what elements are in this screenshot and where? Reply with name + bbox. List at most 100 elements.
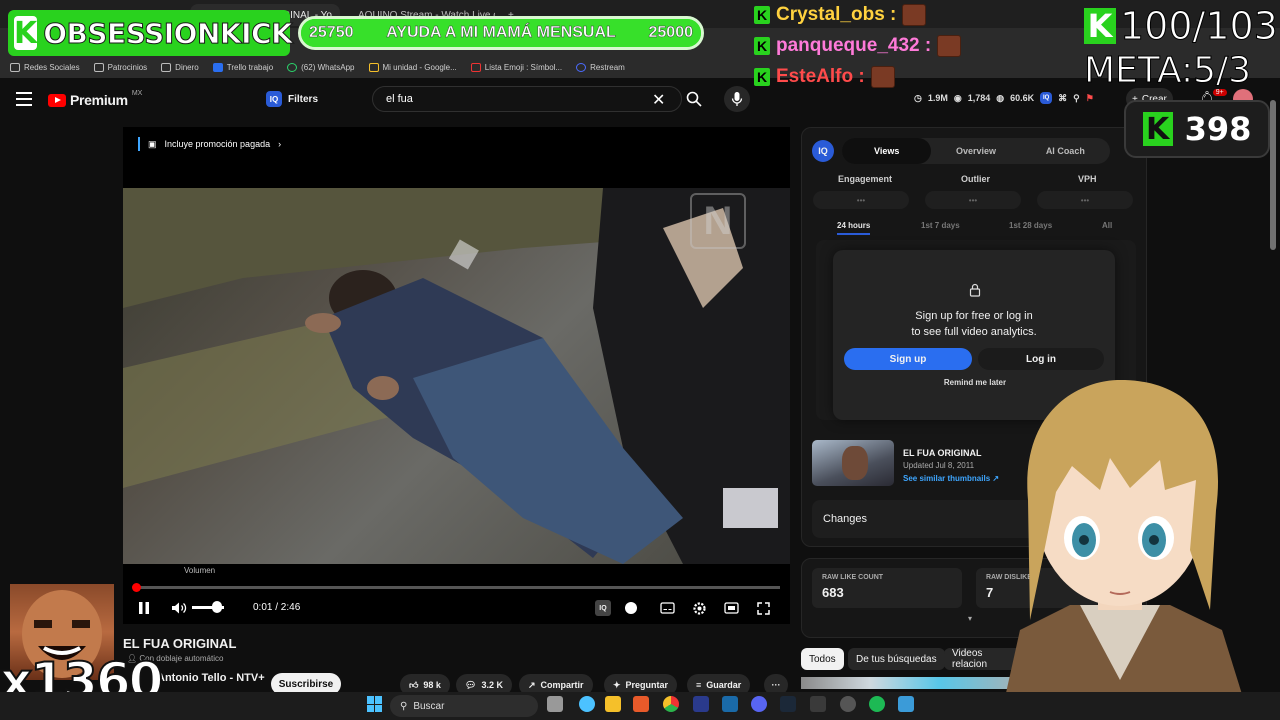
range-all[interactable]: All	[1102, 221, 1112, 230]
kick-badge-icon: K	[754, 37, 770, 55]
clear-search-icon[interactable]: ✕	[652, 90, 665, 110]
task-view-icon[interactable]	[547, 696, 563, 712]
pin-icon[interactable]: ⚲	[1073, 93, 1080, 104]
subtitles-icon	[659, 602, 675, 614]
folder-icon	[93, 62, 104, 72]
comment-icon: 💬︎	[465, 679, 477, 690]
volume-tooltip: Volumen	[184, 566, 216, 575]
voice-search-button[interactable]	[724, 86, 750, 112]
page-scrollbar[interactable]	[1270, 100, 1276, 250]
bookmark-emoji[interactable]: Lista Emoji : Símbol...	[470, 62, 563, 72]
theater-mode-button[interactable]	[723, 600, 739, 616]
video-thumbnail[interactable]	[812, 440, 894, 486]
bookmark-drive[interactable]: Mi unidad - Google...	[368, 62, 457, 72]
bookmark-label: Lista Emoji : Símbol...	[484, 62, 563, 72]
menu-icon[interactable]	[16, 92, 32, 106]
chip-todos[interactable]: Todos	[801, 648, 844, 670]
kick-logo-icon: K	[14, 15, 38, 51]
chrome-icon[interactable]	[663, 696, 679, 712]
app-icon[interactable]	[898, 696, 914, 712]
taskbar-search[interactable]: ⚲ Buscar	[390, 695, 538, 717]
channel-name-overlay: OBSESSIONKICK	[43, 16, 294, 50]
xbox-icon[interactable]	[810, 696, 826, 712]
share-icon: ↗	[528, 679, 536, 690]
volume-icon	[172, 602, 187, 614]
bookmark-patrocinios[interactable]: Patrocinios	[93, 62, 147, 72]
steam-icon[interactable]	[780, 696, 796, 712]
ask-label: Preguntar	[625, 680, 669, 690]
kick-count: 398	[1184, 110, 1252, 148]
youtube-play-icon	[48, 93, 66, 107]
bookmark-redes-sociales[interactable]: Redes Sociales	[10, 62, 80, 72]
alert-icon[interactable]: ⚑	[1086, 93, 1094, 104]
chat-message: K EsteAlfo :	[754, 65, 895, 89]
trello-icon	[212, 62, 223, 72]
bookmark-trello[interactable]: Trello trabajo	[212, 62, 273, 72]
bookmark-dinero[interactable]: Dinero	[161, 62, 199, 72]
windows-start-icon[interactable]	[367, 696, 383, 712]
donation-goal-bar: 25750 AYUDA A MI MAMÁ MENSUAL 25000	[298, 16, 704, 50]
chat-username: EsteAlfo :	[776, 66, 865, 87]
promo-label: Incluye promoción pagada	[164, 139, 271, 149]
mute-button[interactable]	[170, 600, 188, 616]
kick-badge-icon: K	[754, 68, 770, 86]
search-input[interactable]: el fua	[372, 86, 682, 112]
emoji-icon	[470, 62, 481, 72]
region-code: MX	[131, 89, 143, 97]
likes-icon: ◍	[996, 92, 1005, 103]
range-28-days[interactable]: 1st 28 days	[1009, 221, 1052, 230]
kick-logo-icon: K	[1142, 112, 1173, 147]
time-display: 0:01 / 2:46	[253, 602, 301, 613]
search-button[interactable]	[682, 86, 706, 112]
youtube-logo[interactable]: Premium MX	[48, 89, 143, 108]
meta-goal: META:5/3	[1083, 50, 1252, 92]
goal-target: 25000	[648, 24, 693, 41]
vidiq-logo: IQ	[812, 140, 834, 162]
bookmark-whatsapp[interactable]: (62) WhatsApp	[287, 62, 355, 72]
views-count: 1,784	[967, 93, 991, 103]
progress-scrubber[interactable]	[132, 583, 141, 592]
translate-icon[interactable]: ⌘	[1058, 93, 1067, 104]
app-v-icon[interactable]	[722, 696, 738, 712]
drive-icon	[368, 62, 379, 72]
sign-up-button[interactable]: Sign up	[844, 348, 972, 370]
pause-button[interactable]	[137, 600, 151, 616]
subtitles-button[interactable]	[659, 600, 675, 616]
discord-icon[interactable]	[751, 696, 767, 712]
autoplay-toggle[interactable]	[623, 600, 639, 616]
settings-button[interactable]	[691, 600, 707, 616]
range-24-hours[interactable]: 24 hours	[837, 221, 871, 235]
likes-count: 60.6K	[1010, 93, 1035, 103]
signup-line-2: to see full video analytics.	[911, 326, 1037, 338]
tab-ai-coach[interactable]: AI Coach	[1021, 138, 1110, 164]
office-icon[interactable]	[633, 696, 649, 712]
emote-icon	[937, 35, 962, 57]
folder-icon	[161, 62, 172, 72]
search-icon: ⚲	[400, 700, 408, 712]
range-7-days[interactable]: 1st 7 days	[921, 221, 960, 230]
bookmark-restream[interactable]: Restream	[576, 62, 625, 72]
filters-button[interactable]: IQ Filters	[266, 88, 318, 110]
volume-knob[interactable]	[212, 601, 222, 613]
app-icon[interactable]	[579, 696, 595, 712]
gear-icon	[692, 601, 706, 615]
tab-overview[interactable]: Overview	[931, 138, 1020, 164]
chip-searches[interactable]: De tus búsquedas	[848, 648, 945, 670]
spotify-icon[interactable]	[869, 696, 885, 712]
microphone-icon	[731, 92, 743, 106]
paid-promotion-notice[interactable]: ▣ Incluye promoción pagada ›	[138, 137, 281, 151]
vidiq-tabs: Views Overview AI Coach	[842, 138, 1110, 164]
file-explorer-icon[interactable]	[605, 696, 621, 712]
progress-bar[interactable]	[136, 586, 780, 589]
lock-icon	[969, 283, 981, 297]
tab-views[interactable]: Views	[842, 138, 932, 164]
iq-player-button[interactable]: IQ	[595, 600, 611, 616]
photoshop-icon[interactable]	[693, 696, 709, 712]
outlier-label: Outlier	[961, 174, 991, 184]
log-in-button[interactable]: Log in	[978, 348, 1104, 370]
chat-username: Crystal_obs :	[776, 4, 897, 25]
fullscreen-button[interactable]	[755, 600, 771, 616]
iq-mini-icon[interactable]: IQ	[1040, 92, 1053, 104]
channel-name[interactable]: Antonio Tello - NTV+	[157, 672, 265, 684]
obs-icon[interactable]	[840, 696, 856, 712]
